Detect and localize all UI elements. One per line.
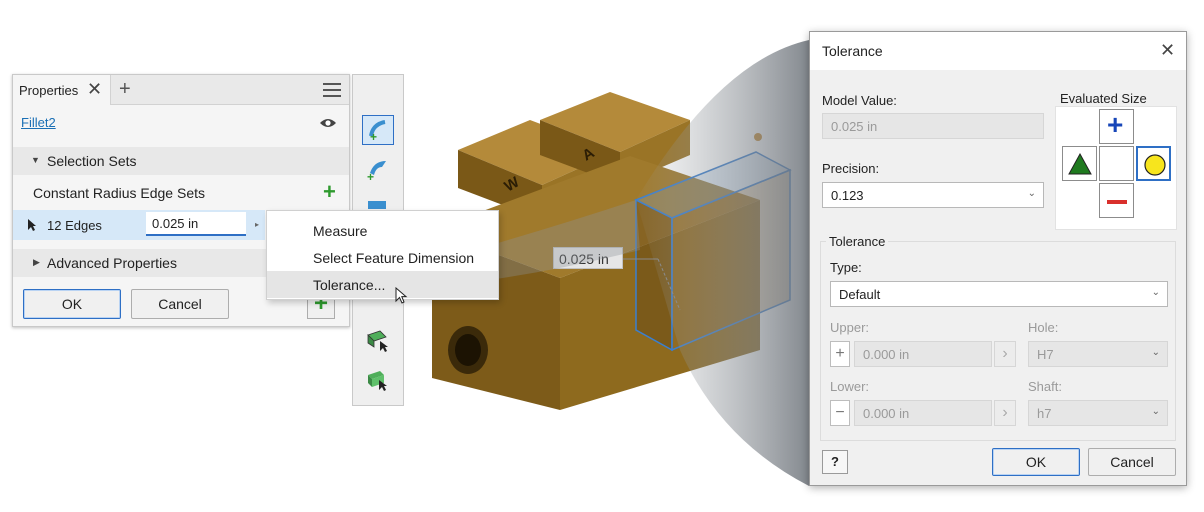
type-select[interactable]: Default ⌄ [830,281,1168,307]
svg-text:+: + [370,130,377,144]
dimension-context-menu: Measure Select Feature Dimension Toleran… [266,210,499,304]
tolerance-dialog: Tolerance ✕ Model Value: 0.025 in Precis… [809,31,1187,486]
tolerance-group-label: Tolerance [826,234,889,249]
tab-close-icon[interactable]: ✕ [87,79,102,100]
upper-sign-button: + [830,341,850,367]
lower-limit-button[interactable] [1062,146,1097,181]
upper-label: Upper: [830,320,870,335]
chevron-down-icon: ⌄ [1151,287,1160,298]
select-cursor-icon [28,219,36,231]
face-fillet-tool[interactable]: + [362,155,394,185]
hole-select: H7 ⌄ [1028,341,1168,367]
chevron-down-icon: ⌄ [1151,347,1160,358]
edge-count-label: 12 Edges [47,218,102,233]
chevron-down-icon: ⌄ [1151,406,1160,417]
lower-sign-button: − [830,400,850,426]
selection-sets-header[interactable]: ▼ Selection Sets [13,147,349,175]
dialog-cancel-button[interactable]: Cancel [1088,448,1176,476]
mouse-pointer-icon [395,287,408,304]
hamburger-menu-icon[interactable] [323,83,341,97]
face-fillet-icon: + [367,161,386,184]
evaluated-size-label: Evaluated Size [1060,91,1147,106]
close-icon[interactable]: ✕ [1160,40,1175,61]
edge-value-input[interactable]: 0.025 in [146,212,246,236]
menu-item-select-feature-dimension[interactable]: Select Feature Dimension [267,244,498,271]
precision-select[interactable]: 0.123 ⌄ [822,182,1044,208]
edge-fillet-tool[interactable]: + [362,115,394,145]
hole-label: Hole: [1028,320,1059,335]
collapse-triangle-icon: ▼ [31,155,40,165]
tolerance-titlebar: Tolerance [810,32,1186,70]
lower-value-field: 0.000 in [854,400,992,426]
cancel-button[interactable]: Cancel [131,289,229,319]
upper-size-button[interactable]: + [1099,109,1134,144]
selection-sets-label: Selection Sets [47,153,137,169]
select-body-tool[interactable] [362,365,394,395]
feature-name-link[interactable]: Fillet2 [21,115,56,130]
center-cell [1099,146,1134,181]
upper-stepper-button: › [994,341,1016,367]
help-icon[interactable]: ? [822,450,848,474]
advanced-properties-label: Advanced Properties [47,255,177,271]
triangle-icon [1068,153,1092,175]
svg-text:+: + [367,170,374,183]
shaft-label: Shaft: [1028,379,1062,394]
lower-stepper-button: › [994,400,1016,426]
dimension-value-text: 0.025 in [559,251,609,267]
menu-item-tolerance[interactable]: Tolerance... [267,271,498,298]
lower-size-button[interactable] [1099,183,1134,218]
tab-properties-label: Properties [19,83,79,98]
type-value: Default [839,287,881,302]
shaft-value: h7 [1037,406,1052,421]
upper-value-field: 0.000 in [854,341,992,367]
properties-tabbar: Properties ✕ + [13,75,349,105]
menu-item-measure[interactable]: Measure [267,217,498,244]
dimension-value-tag[interactable]: 0.025 in [553,247,623,269]
evaluated-size-panel: + [1055,106,1177,230]
chevron-down-icon: ⌄ [1027,188,1036,199]
plus-icon: + [1107,109,1124,140]
select-face-tool[interactable] [362,325,394,355]
visibility-eye-icon[interactable] [319,117,337,129]
edge-set-item[interactable]: 12 Edges 0.025 in ▸ [13,210,265,240]
edge-value-text: 0.025 in [152,216,199,231]
expand-triangle-icon: ▶ [33,257,40,267]
dialog-ok-button[interactable]: OK [992,448,1080,476]
hole-value: H7 [1037,347,1054,362]
lower-label: Lower: [830,379,870,394]
feature-name-row: Fillet2 [13,105,349,143]
add-edge-set-icon[interactable]: + [323,179,336,205]
ok-button[interactable]: OK [23,289,121,319]
shaft-select: h7 ⌄ [1028,400,1168,426]
add-tab-icon[interactable]: + [119,78,131,101]
minus-icon [1107,200,1127,204]
edge-sets-label: Constant Radius Edge Sets [33,185,205,201]
value-menu-arrow-icon[interactable]: ▸ [255,220,259,229]
model-value-label: Model Value: [822,93,897,108]
edge-fillet-icon: + [369,120,386,144]
nominal-size-button[interactable] [1136,146,1171,181]
circle-icon [1144,154,1166,176]
model-value-field: 0.025 in [822,113,1044,139]
edge-sets-row: Constant Radius Edge Sets + [13,177,349,207]
precision-value: 0.123 [831,188,864,203]
type-label: Type: [830,260,862,275]
precision-label: Precision: [822,161,880,176]
select-face-icon [367,330,388,352]
tolerance-title: Tolerance [822,43,883,59]
select-body-icon [368,371,387,391]
